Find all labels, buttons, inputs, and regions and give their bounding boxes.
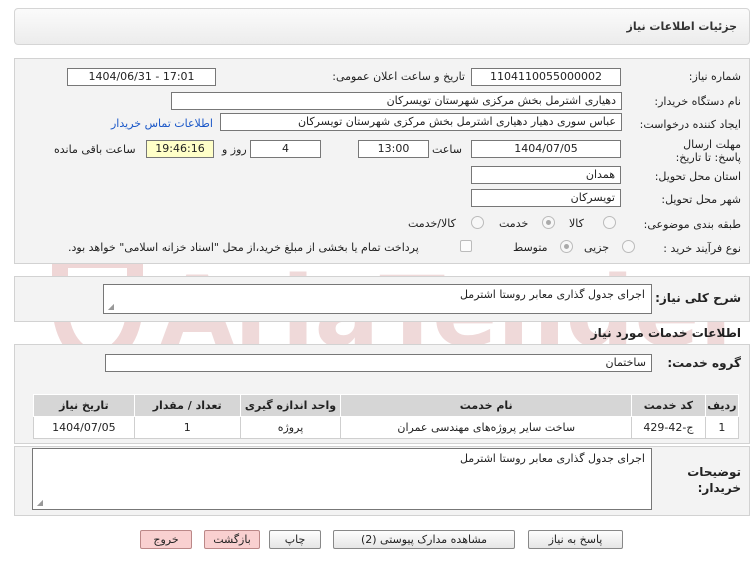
process-partial-radio[interactable] (622, 240, 635, 253)
treasury-payment-checkbox[interactable] (460, 240, 472, 252)
category-label: طبقه بندی موضوعی: (643, 218, 741, 231)
need-number-field: 1104110055000002 (471, 68, 621, 86)
city-field: تویسرکان (471, 189, 621, 207)
service-group-field: ساختمان (105, 354, 652, 372)
category-goods-service-label: کالا/خدمت (408, 217, 456, 230)
category-goods-radio[interactable] (603, 216, 616, 229)
resize-grip-icon[interactable]: ◢ (106, 303, 114, 311)
remaining-time-label: ساعت باقی مانده (54, 143, 136, 156)
deadline-label: مهلت ارسال پاسخ: تا تاریخ: (675, 138, 741, 164)
print-button[interactable]: چاپ (269, 530, 321, 549)
cell-need-date: 1404/07/05 (33, 416, 135, 439)
col-row: ردیف (704, 394, 740, 417)
resize-grip-icon[interactable]: ◢ (35, 499, 43, 507)
back-button[interactable]: بازگشت (204, 530, 260, 549)
table-row: 1 ج-42-429 ساخت سایر پروژه‌های مهندسی عم… (33, 416, 740, 439)
buyer-notes-label: توضیحات خریدار: (687, 465, 741, 495)
table-header-row: ردیف کد خدمت نام خدمت واحد اندازه گیری ت… (33, 394, 740, 417)
process-type-label: نوع فرآیند خرید : (663, 242, 741, 255)
cell-service-name: ساخت سایر پروژه‌های مهندسی عمران (340, 416, 633, 439)
col-unit: واحد اندازه گیری (239, 394, 342, 417)
cell-quantity: 1 (133, 416, 241, 439)
remaining-days-label: روز و (222, 143, 247, 156)
summary-text: اجرای جدول گذاری معابر روستا اشترمل (459, 288, 645, 301)
announce-date-field: 1404/06/31 - 17:01 (67, 68, 216, 86)
page-title: جزئیات اطلاعات نیاز (626, 20, 738, 33)
announce-date-label: تاریخ و ساعت اعلان عمومی: (332, 70, 465, 83)
province-label: استان محل تحویل: (654, 170, 741, 183)
reply-button[interactable]: پاسخ به نیاز (528, 530, 623, 549)
requester-field: عباس سوری دهیار دهیاری اشترمل بخش مرکزی … (220, 113, 622, 131)
category-service-label: خدمت (499, 217, 529, 230)
cell-row: 1 (704, 416, 740, 439)
buyer-notes-text: اجرای جدول گذاری معابر روستا اشترمل (459, 452, 645, 465)
category-service-radio[interactable] (542, 216, 555, 229)
category-goods-service-radio[interactable] (471, 216, 484, 229)
remaining-time-field: 19:46:16 (146, 140, 214, 158)
province-field: همدان (471, 166, 621, 184)
deadline-date-field: 1404/07/05 (471, 140, 621, 158)
buyer-name-field: دهیاری اشترمل بخش مرکزی شهرستان تویسرکان (171, 92, 622, 110)
view-attachments-button[interactable]: مشاهده مدارک پیوستی (2) (333, 530, 515, 549)
process-medium-label: متوسط (513, 241, 548, 254)
remaining-days-field: 4 (250, 140, 321, 158)
cell-unit: پروژه (239, 416, 342, 439)
city-label: شهر محل تحویل: (661, 193, 741, 206)
category-goods-label: کالا (569, 217, 584, 230)
process-medium-radio[interactable] (560, 240, 573, 253)
col-service-code: کد خدمت (631, 394, 706, 417)
col-quantity: تعداد / مقدار (133, 394, 241, 417)
services-table: ردیف کد خدمت نام خدمت واحد اندازه گیری ت… (33, 394, 740, 439)
process-partial-label: جزیی (584, 241, 610, 254)
requester-label: ایجاد کننده درخواست: (639, 118, 741, 131)
service-group-label: گروه خدمت: (667, 356, 741, 370)
col-service-name: نام خدمت (340, 394, 633, 417)
deadline-time-field: 13:00 (358, 140, 429, 158)
exit-button[interactable]: خروج (140, 530, 192, 549)
col-need-date: تاریخ نیاز (33, 394, 135, 417)
need-number-label: شماره نیاز: (688, 70, 741, 83)
info-panel (14, 58, 750, 264)
buyer-contact-link[interactable]: اطلاعات تماس خریدار (111, 117, 213, 130)
deadline-time-label: ساعت (432, 143, 462, 156)
summary-label: شرح کلی نیاز: (655, 291, 741, 305)
services-section-title: اطلاعات خدمات مورد نیاز (590, 326, 741, 340)
treasury-payment-note: پرداخت تمام یا بخشی از مبلغ خرید،از محل … (68, 241, 419, 254)
buyer-name-label: نام دستگاه خریدار: (654, 95, 741, 108)
summary-field: اجرای جدول گذاری معابر روستا اشترمل ◢ (103, 284, 652, 314)
page-header: جزئیات اطلاعات نیاز (14, 8, 750, 45)
buyer-notes-field: اجرای جدول گذاری معابر روستا اشترمل ◢ (32, 448, 652, 510)
cell-service-code: ج-42-429 (631, 416, 706, 439)
